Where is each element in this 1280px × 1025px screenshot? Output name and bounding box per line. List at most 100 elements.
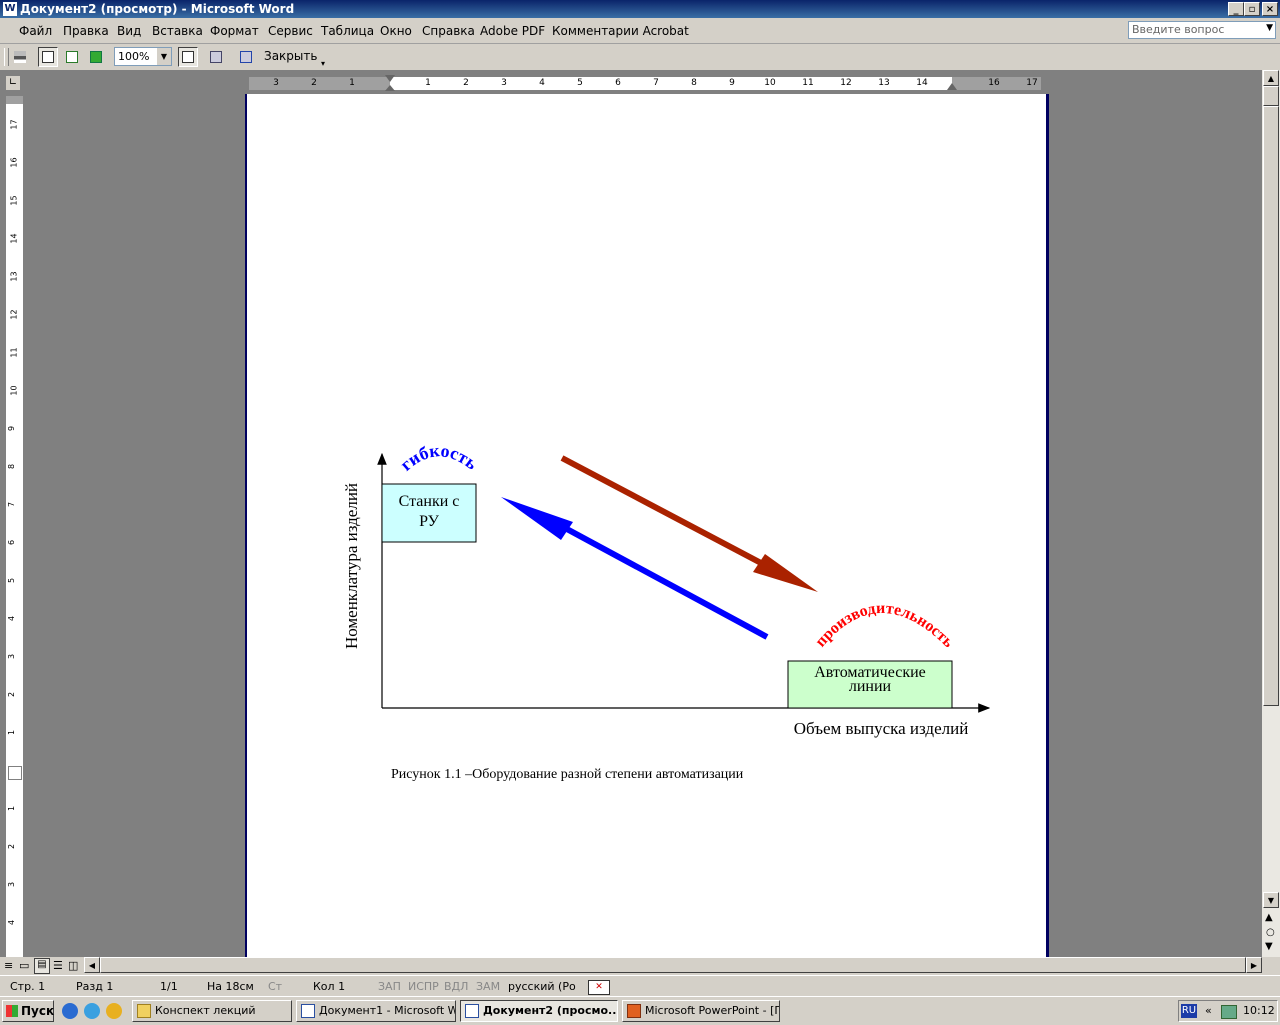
- ruler-number: 3: [7, 653, 17, 660]
- ask-question-input[interactable]: Введите вопрос ▼: [1128, 21, 1276, 39]
- word-app-icon[interactable]: W: [3, 2, 17, 16]
- one-page-button[interactable]: [62, 47, 82, 67]
- clock[interactable]: 10:12: [1243, 1004, 1275, 1017]
- ruler-position-marker[interactable]: [8, 766, 22, 780]
- reading-view-icon[interactable]: ◫: [68, 959, 78, 972]
- menu-window[interactable]: Окно: [380, 24, 412, 38]
- status-line: Ст: [268, 980, 283, 993]
- zoom-select[interactable]: 100% ▼: [114, 47, 172, 66]
- menu-adobe-pdf[interactable]: Adobe PDF: [480, 24, 545, 38]
- status-section: Разд 1: [76, 980, 114, 993]
- productivity-arc-label: производительность: [812, 600, 957, 651]
- status-bar: Стр. 1 Разд 1 1/1 На 18см Ст Кол 1 ЗАП И…: [0, 975, 1280, 996]
- toolbar-grip[interactable]: [4, 48, 9, 66]
- brown-arrow-head: [753, 554, 818, 592]
- status-overtype[interactable]: ЗАМ: [476, 980, 500, 993]
- vertical-ruler[interactable]: 171615141312111098765432112345: [5, 95, 24, 963]
- scroll-right-button[interactable]: ▶: [1246, 957, 1262, 973]
- chevron-down-icon[interactable]: ▼: [1266, 23, 1273, 33]
- task-document1[interactable]: Документ1 - Microsoft W...: [296, 1000, 456, 1022]
- magnifier-button[interactable]: [38, 47, 58, 67]
- close-preview-button[interactable]: Закрыть: [264, 47, 317, 67]
- horizontal-scroll-thumb[interactable]: [100, 957, 1246, 973]
- scroll-up-button[interactable]: ▲: [1263, 70, 1279, 86]
- task-document2[interactable]: Документ2 (просмо...: [460, 1000, 618, 1022]
- task-folder-lectures[interactable]: Конспект лекций: [132, 1000, 292, 1022]
- magnifier-icon: [42, 51, 54, 63]
- outline-view-icon[interactable]: ☰: [53, 959, 63, 972]
- menu-tools[interactable]: Сервис: [268, 24, 313, 38]
- vertical-scroll-thumb[interactable]: [1263, 86, 1279, 106]
- scroll-left-button[interactable]: ◀: [84, 957, 100, 973]
- previous-page-icon[interactable]: ▲: [1265, 912, 1273, 923]
- menu-edit[interactable]: Правка: [63, 24, 109, 38]
- task-document1-label: Документ1 - Microsoft W...: [319, 1004, 456, 1017]
- figure-canvas: Номенклатура изделий Объем выпуска издел…: [342, 440, 991, 782]
- folder-icon: [137, 1004, 151, 1018]
- box-auto-line2: линии: [849, 678, 892, 695]
- vertical-scroll-track-thumb[interactable]: [1263, 106, 1279, 706]
- menu-insert[interactable]: Вставка: [152, 24, 203, 38]
- multiple-pages-icon: [90, 51, 102, 63]
- spelling-status-icon[interactable]: ✕: [588, 980, 610, 995]
- status-track-changes[interactable]: ИСПР: [408, 980, 439, 993]
- task-folder-label: Конспект лекций: [155, 1004, 256, 1017]
- menu-help[interactable]: Справка: [422, 24, 475, 38]
- first-line-indent-marker[interactable]: [385, 75, 395, 82]
- printer-icon: [14, 51, 26, 63]
- ruler-left-margin: [249, 77, 390, 90]
- toolbar-options-icon[interactable]: ▾: [318, 47, 328, 68]
- close-window-button[interactable]: ×: [1262, 2, 1278, 16]
- media-player-icon[interactable]: [106, 1003, 122, 1019]
- web-view-icon[interactable]: ▭: [19, 959, 29, 972]
- multiple-pages-button[interactable]: [86, 47, 106, 67]
- tab-selector[interactable]: ∟: [5, 75, 21, 91]
- normal-view-icon[interactable]: ≡: [4, 959, 13, 972]
- task-powerpoint[interactable]: Microsoft PowerPoint - [П...: [622, 1000, 780, 1022]
- menu-format[interactable]: Формат: [210, 24, 259, 38]
- status-record[interactable]: ЗАП: [378, 980, 401, 993]
- flexibility-arc-text: гибкость: [396, 440, 482, 475]
- menu-acrobat-comments[interactable]: Комментарии Acrobat: [552, 24, 689, 38]
- start-button[interactable]: Пуск: [2, 1000, 54, 1022]
- horizontal-ruler[interactable]: 3 2 1 1 2 3 4 5 6 7 8 9 10 11 12 13 14 16 17: [248, 75, 1042, 91]
- blue-arrow-shaft: [563, 525, 769, 640]
- internet-explorer-icon[interactable]: [62, 1003, 78, 1019]
- restore-button[interactable]: ▫: [1244, 2, 1260, 16]
- right-indent-marker[interactable]: [947, 83, 957, 90]
- select-browse-object-icon[interactable]: ○: [1266, 927, 1275, 938]
- language-indicator[interactable]: RU: [1181, 1004, 1197, 1018]
- vertical-scrollbar[interactable]: ▲ ▼ ▲ ○ ▼: [1262, 70, 1280, 958]
- shrink-to-fit-button[interactable]: [206, 47, 226, 67]
- print-layout-view-icon[interactable]: ▤: [34, 958, 50, 974]
- minimize-button[interactable]: _: [1228, 2, 1244, 16]
- chevron-down-icon[interactable]: ▼: [157, 48, 171, 65]
- document-page[interactable]: Номенклатура изделий Объем выпуска издел…: [245, 94, 1049, 958]
- scroll-down-button[interactable]: ▼: [1263, 892, 1279, 908]
- show-hidden-icons-button[interactable]: «: [1205, 1004, 1212, 1017]
- menu-table[interactable]: Таблица: [321, 24, 374, 38]
- ruler-number: 1: [7, 729, 17, 736]
- shrink-to-fit-icon: [210, 51, 222, 63]
- productivity-arc-text: производительность: [812, 600, 957, 651]
- box-cnc-line2: РУ: [419, 513, 440, 530]
- menu-view[interactable]: Вид: [117, 24, 141, 38]
- ruler-number: 1: [349, 78, 355, 88]
- menu-file[interactable]: Файл: [19, 24, 52, 38]
- horizontal-scrollbar[interactable]: ◀ ▶: [84, 957, 1262, 973]
- network-icon[interactable]: [1221, 1005, 1237, 1019]
- outlook-icon[interactable]: [84, 1003, 100, 1019]
- ruler-number: 4: [7, 615, 17, 622]
- status-language[interactable]: русский (Ро: [508, 980, 576, 993]
- left-indent-marker[interactable]: [385, 85, 395, 91]
- print-button[interactable]: [10, 47, 30, 67]
- full-screen-button[interactable]: [236, 47, 256, 67]
- view-ruler-button[interactable]: [178, 47, 198, 67]
- status-extend[interactable]: ВДЛ: [444, 980, 468, 993]
- ruler-number: 13: [878, 78, 890, 88]
- ruler-number: 10: [9, 385, 19, 396]
- ruler-number: 2: [7, 843, 17, 850]
- figure-caption: Рисунок 1.1 –Оборудование разной степени…: [391, 767, 744, 782]
- ruler-number: 15: [9, 195, 19, 206]
- next-page-icon[interactable]: ▼: [1265, 941, 1273, 952]
